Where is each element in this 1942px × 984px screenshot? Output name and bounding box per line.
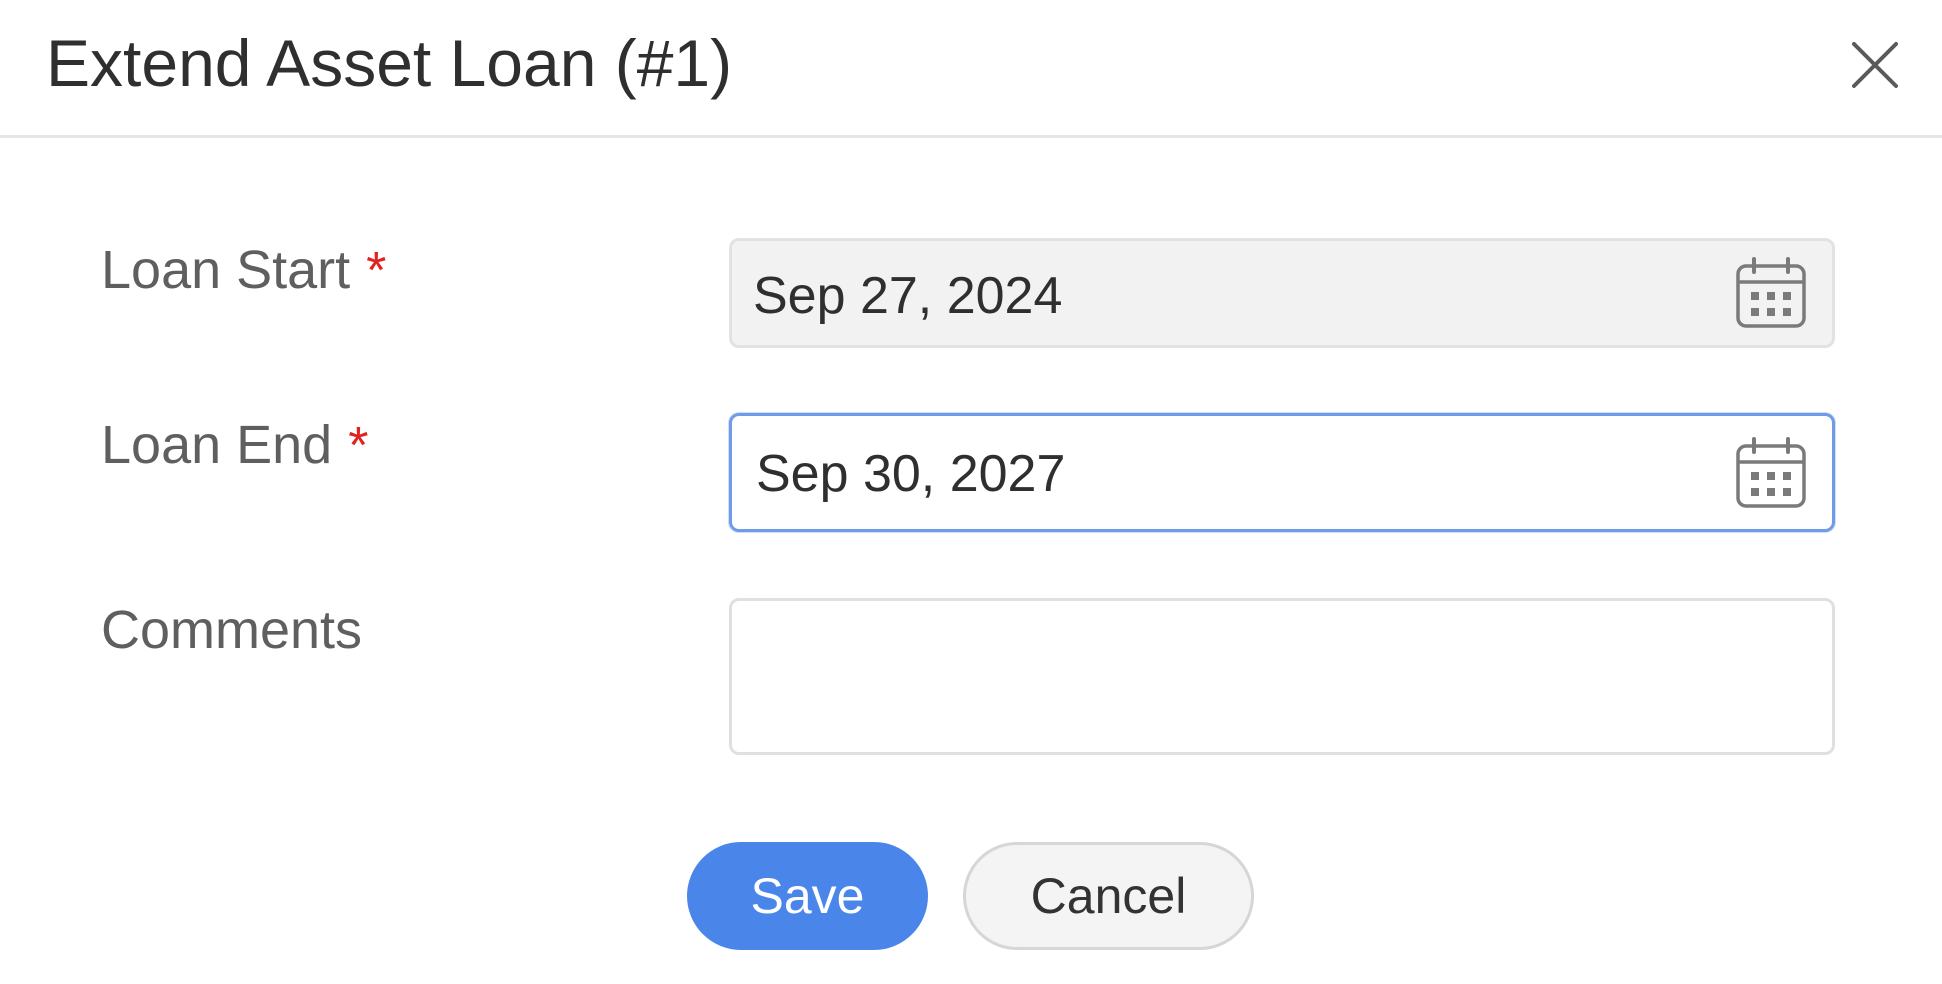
dialog-header: Extend Asset Loan (#1)	[0, 0, 1942, 138]
loan-end-label: Loan End *	[101, 413, 368, 478]
calendar-icon[interactable]	[1734, 256, 1808, 330]
extend-loan-dialog: Extend Asset Loan (#1) Loan Start * Sep 2…	[0, 0, 1942, 984]
close-icon	[1852, 42, 1898, 88]
comments-label-text: Comments	[101, 600, 363, 660]
comments-input[interactable]	[729, 598, 1835, 755]
loan-start-label: Loan Start *	[101, 238, 386, 303]
required-asterisk: *	[348, 417, 369, 475]
loan-end-label-text: Loan End	[101, 415, 333, 475]
cancel-button[interactable]: Cancel	[963, 842, 1254, 950]
save-button[interactable]: Save	[687, 842, 928, 950]
comments-label: Comments	[101, 598, 362, 662]
close-button[interactable]	[1840, 30, 1910, 100]
calendar-icon[interactable]	[1734, 436, 1808, 510]
loan-start-value: Sep 27, 2024	[753, 267, 1063, 325]
required-asterisk: *	[366, 242, 387, 300]
loan-start-field[interactable]: Sep 27, 2024	[729, 238, 1835, 348]
dialog-title: Extend Asset Loan (#1)	[46, 26, 733, 100]
loan-end-field[interactable]: Sep 30, 2027	[729, 413, 1835, 532]
loan-end-value: Sep 30, 2027	[756, 445, 1066, 503]
loan-start-label-text: Loan Start	[101, 240, 351, 300]
